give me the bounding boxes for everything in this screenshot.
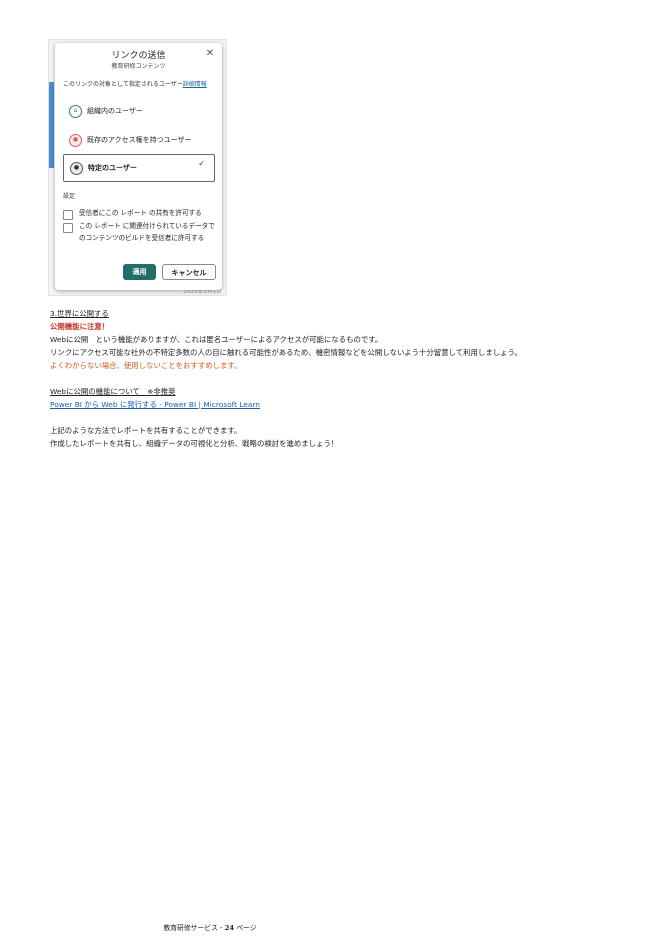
close-icon[interactable]: ✕ xyxy=(205,49,215,59)
paragraph: Webに公開 という機能がありますが、これは匿名ユーザーによるアクセスが可能にな… xyxy=(50,335,383,344)
dialog-title: リンクの送信 xyxy=(111,51,166,61)
reference-heading: Webに公開の機能について ※非推奨 xyxy=(50,387,176,396)
checkbox-label: この レポート に関連付けられているデータでのコンテンツのビルドを受信者に許可す… xyxy=(79,222,215,242)
paragraph: 作成したレポートを共有し、組織データの可視化と分析、戦略の検討を進めましょう！ xyxy=(50,439,339,448)
send-link-dialog: リンクの送信 教育研修コンテンツ ✕ このリンクの対象として指定されるユーザー詳… xyxy=(55,43,222,290)
paragraph: リンクにアクセス可能な社外の不特定多数の人の目に触れる可能性があるため、機密情報… xyxy=(50,348,522,357)
footer-prefix: 教育研修サービス - xyxy=(163,924,225,932)
cancel-button[interactable]: キャンセル xyxy=(162,264,216,280)
person-icon: ● xyxy=(70,161,83,175)
people-icon: ● xyxy=(69,133,82,147)
background-accent-bar xyxy=(49,82,54,168)
section-heading: 3.世界に公開する xyxy=(50,309,109,318)
footer-suffix: ページ xyxy=(234,924,257,932)
building-icon: ⌂ xyxy=(69,104,82,118)
warning-heading: 公開機能に注意！ xyxy=(50,322,110,331)
checkbox-row-allow-share: 受信者にこの レポート の共有を許可する xyxy=(63,209,218,220)
settings-label: 設定 xyxy=(63,193,76,200)
option-label: 組織内のユーザー xyxy=(87,107,143,115)
allow-build-checkbox[interactable] xyxy=(63,223,73,233)
option-label: 特定のユーザー xyxy=(88,164,137,172)
page-number: 24 xyxy=(224,924,235,932)
checkbox-label: 受信者にこの レポート の共有を許可する xyxy=(79,209,202,217)
apply-button[interactable]: 適用 xyxy=(123,264,156,280)
dialog-description: このリンクの対象として指定されるユーザー詳細情報 xyxy=(63,79,207,88)
checkmark-icon: ✓ xyxy=(198,159,205,168)
option-existing-access[interactable]: ● 既存のアクセス権を持つユーザー xyxy=(63,129,215,151)
page-footer: 教育研修サービス - 24 ページ xyxy=(0,922,420,932)
paragraph: 上記のような方法でレポートを共有することができます。 xyxy=(50,426,242,435)
option-org-users[interactable]: ⌂ 組織内のユーザー xyxy=(63,100,215,122)
option-label: 既存のアクセス権を持つユーザー xyxy=(87,136,192,144)
allow-share-checkbox[interactable] xyxy=(63,210,73,220)
option-specific-users[interactable]: ● 特定のユーザー ✓ xyxy=(63,154,215,182)
dialog-screenshot: 2023年5月1日 リンクの送信 教育研修コンテンツ ✕ このリンクの対象として… xyxy=(49,40,226,295)
caution-note: よくわからない場合、使用しないことをおすすめします。 xyxy=(50,361,242,370)
dialog-subtitle: 教育研修コンテンツ xyxy=(111,63,166,70)
reference-link[interactable]: Power BI から Web に発行する - Power BI | Micro… xyxy=(50,399,260,410)
description-text: このリンクの対象として指定されるユーザー xyxy=(63,81,183,88)
learn-more-link[interactable]: 詳細情報 xyxy=(183,81,207,88)
checkbox-row-allow-build: この レポート に関連付けられているデータでのコンテンツのビルドを受信者に許可す… xyxy=(63,222,218,244)
